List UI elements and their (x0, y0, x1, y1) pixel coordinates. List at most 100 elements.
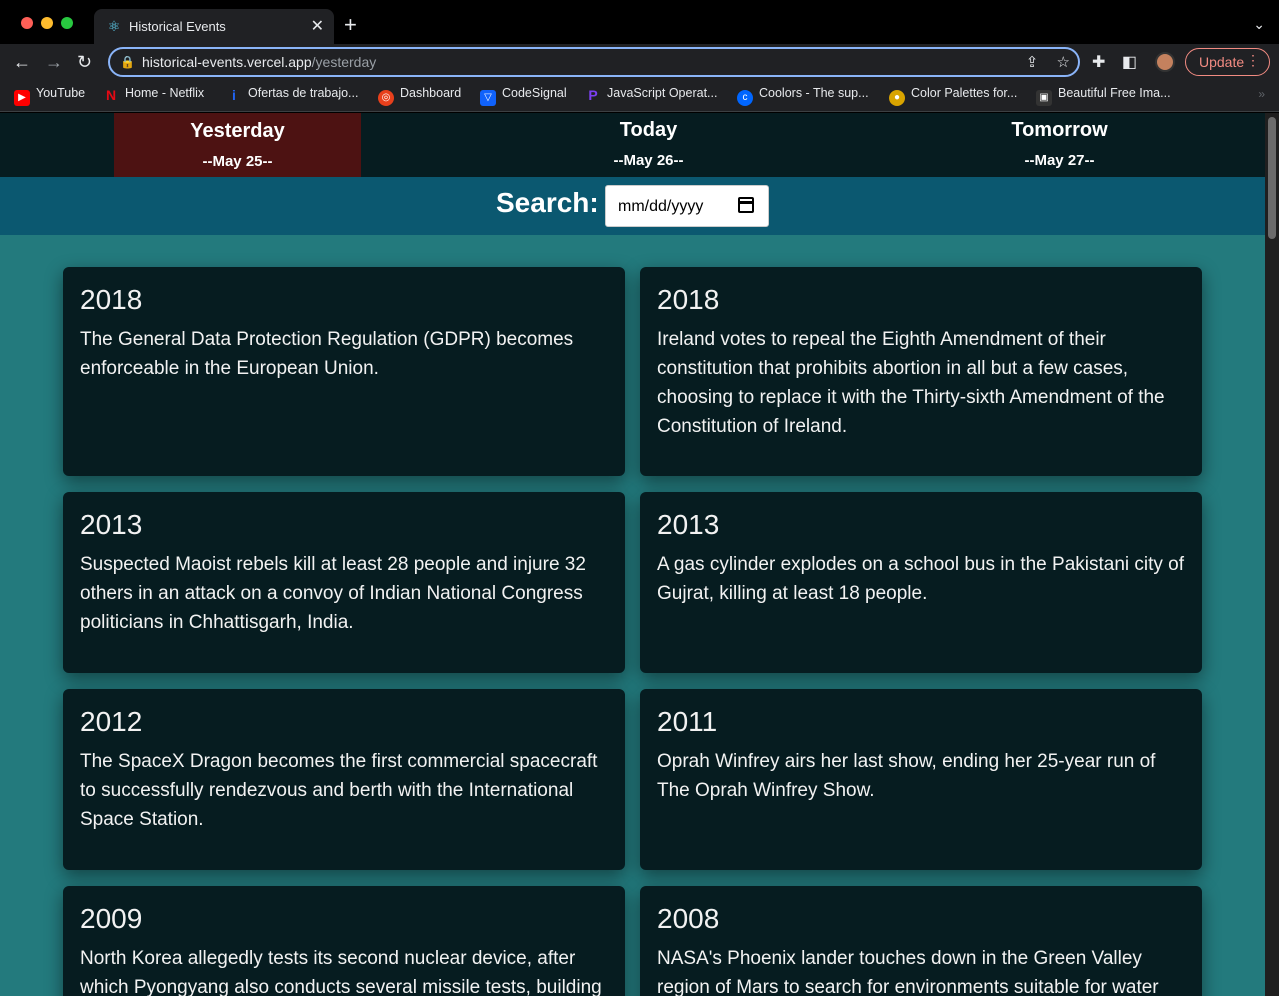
coolors-icon: c (737, 90, 753, 106)
search-bar: Search: mm/dd/yyyy (0, 177, 1265, 235)
nav-yesterday-date: --May 25-- (202, 153, 273, 170)
browser-tab[interactable]: ⚛ Historical Events ✕ (94, 9, 334, 44)
lock-icon[interactable]: 🔒 (120, 55, 135, 69)
bookmark-label: Color Palettes for... (911, 86, 1018, 100)
bookmark-color-palettes[interactable]: ● Color Palettes for... (889, 86, 1017, 106)
bookmark-label: CodeSignal (502, 86, 567, 100)
palette-icon: ● (889, 90, 905, 106)
event-card: 2013 A gas cylinder explodes on a school… (640, 492, 1202, 673)
event-year: 2008 (657, 903, 720, 934)
nav-today-date: --May 26-- (613, 152, 684, 169)
event-year: 2018 (657, 284, 720, 315)
forward-icon[interactable]: → (45, 50, 63, 74)
bookmark-label: JavaScript Operat... (607, 86, 718, 100)
event-description: A gas cylinder explodes on a school bus … (657, 554, 1185, 604)
event-card: 2011 Oprah Winfrey airs her last show, e… (640, 689, 1202, 870)
event-year: 2018 (80, 284, 143, 315)
bookmark-label: Beautiful Free Ima... (1058, 86, 1171, 100)
nav-tomorrow-label: Tomorrow (1011, 119, 1108, 141)
unsplash-icon: ▣ (1036, 90, 1052, 106)
url-text: historical-events.vercel.app/yesterday (142, 54, 376, 70)
event-card: 2012 The SpaceX Dragon becomes the first… (63, 689, 625, 870)
profile-avatar[interactable] (1155, 52, 1175, 72)
event-description: Suspected Maoist rebels kill at least 28… (80, 554, 586, 633)
event-year: 2013 (657, 509, 720, 540)
event-year: 2009 (80, 903, 143, 934)
event-card: 2008 NASA's Phoenix lander touches down … (640, 886, 1202, 996)
url-host: historical-events.vercel.app (142, 54, 312, 70)
scrollbar-thumb[interactable] (1268, 117, 1276, 239)
event-description: North Korea allegedly tests its second n… (80, 948, 602, 996)
date-search-input[interactable]: mm/dd/yyyy (605, 185, 769, 227)
bookmarks-bar: ▶ YouTube N Home - Netflix i Ofertas de tra… (0, 80, 1279, 112)
nav-yesterday[interactable]: Yesterday --May 25-- (114, 113, 361, 177)
more-bookmarks-icon[interactable]: » (1258, 87, 1265, 101)
event-description: The General Data Protection Regulation (… (80, 329, 574, 379)
address-bar[interactable]: 🔒 historical-events.vercel.app/yesterday… (108, 47, 1080, 77)
tab-search-icon[interactable]: ⌄ (1253, 16, 1265, 33)
netflix-icon: N (105, 87, 117, 103)
bookmark-codesignal[interactable]: ▽ CodeSignal (480, 86, 567, 106)
bookmark-star-icon[interactable]: ☆ (1057, 54, 1070, 71)
bookmark-javascript[interactable]: P JavaScript Operat... (585, 86, 717, 103)
url-path: /yesterday (311, 54, 377, 70)
event-card: 2009 North Korea allegedly tests its sec… (63, 886, 625, 996)
page-content: Yesterday --May 25-- Today --May 26-- To… (0, 113, 1279, 996)
bookmark-indeed[interactable]: i Ofertas de trabajo... (226, 86, 358, 103)
bookmark-dashboard[interactable]: ◎ Dashboard (378, 86, 461, 106)
browser-tab-bar: ⚛ Historical Events ✕ + ⌄ (0, 0, 1279, 44)
close-tab-icon[interactable]: ✕ (311, 16, 324, 36)
minimize-window-button[interactable] (41, 17, 53, 29)
event-card: 2013 Suspected Maoist rebels kill at lea… (63, 492, 625, 673)
update-label: Update (1199, 54, 1245, 70)
event-card: 2018 Ireland votes to repeal the Eighth … (640, 267, 1202, 476)
event-card: 2018 The General Data Protection Regulat… (63, 267, 625, 476)
indeed-icon: i (232, 87, 236, 103)
nav-today-label: Today (619, 119, 678, 141)
bookmark-label: Ofertas de trabajo... (248, 86, 359, 100)
update-button[interactable]: Update ⋮ (1185, 48, 1270, 76)
codesignal-icon: ▽ (480, 90, 496, 106)
bookmark-netflix[interactable]: N Home - Netflix (103, 86, 204, 103)
event-description: Ireland votes to repeal the Eighth Amend… (657, 329, 1165, 437)
event-description: The SpaceX Dragon becomes the first comm… (80, 751, 598, 830)
nav-tomorrow-date: --May 27-- (1024, 152, 1095, 169)
maximize-window-button[interactable] (61, 17, 73, 29)
nav-today[interactable]: Today --May 26-- (525, 113, 772, 177)
event-year: 2011 (657, 706, 718, 737)
bookmark-youtube[interactable]: ▶ YouTube (14, 86, 85, 106)
nav-yesterday-label: Yesterday (190, 120, 285, 142)
reload-icon[interactable]: ↻ (77, 50, 92, 74)
date-placeholder: mm/dd/yyyy (618, 198, 704, 215)
omnibox-actions: ⇪ ☆ (1012, 53, 1070, 71)
react-icon: ⚛ (107, 18, 121, 34)
new-tab-icon[interactable]: + (344, 14, 357, 36)
share-icon[interactable]: ⇪ (1026, 54, 1039, 71)
bookmark-label: Dashboard (400, 86, 462, 100)
bookmark-label: Home - Netflix (125, 86, 205, 100)
tab-title: Historical Events (129, 19, 226, 34)
extensions-puzzle-icon[interactable]: ✚ (1092, 54, 1105, 71)
search-label: Search: (496, 187, 599, 218)
side-panel-icon[interactable]: ◧ (1122, 54, 1137, 71)
nav-tomorrow[interactable]: Tomorrow --May 27-- (936, 113, 1183, 177)
js-icon: P (588, 87, 598, 103)
event-description: Oprah Winfrey airs her last show, ending… (657, 751, 1156, 801)
event-year: 2012 (80, 706, 143, 737)
bookmark-label: Coolors - The sup... (759, 86, 869, 100)
back-icon[interactable]: ← (13, 50, 31, 74)
dashboard-icon: ◎ (378, 90, 394, 106)
youtube-icon: ▶ (14, 90, 30, 106)
menu-kebab-icon[interactable]: ⋮ (1246, 52, 1260, 69)
bookmark-unsplash[interactable]: ▣ Beautiful Free Ima... (1036, 86, 1171, 106)
bookmark-coolors[interactable]: c Coolors - The sup... (737, 86, 869, 106)
browser-toolbar: ← → ↻ 🔒 historical-events.vercel.app/yes… (0, 44, 1279, 80)
calendar-icon[interactable] (738, 197, 754, 213)
extension-icons: ✚ ◧ (1092, 52, 1149, 72)
bookmark-label: YouTube (36, 86, 86, 100)
close-window-button[interactable] (21, 17, 33, 29)
event-description: NASA's Phoenix lander touches down in th… (657, 948, 1159, 996)
day-navigation: Yesterday --May 25-- Today --May 26-- To… (0, 113, 1265, 177)
event-year: 2013 (80, 509, 143, 540)
page-scrollbar[interactable] (1265, 113, 1279, 996)
